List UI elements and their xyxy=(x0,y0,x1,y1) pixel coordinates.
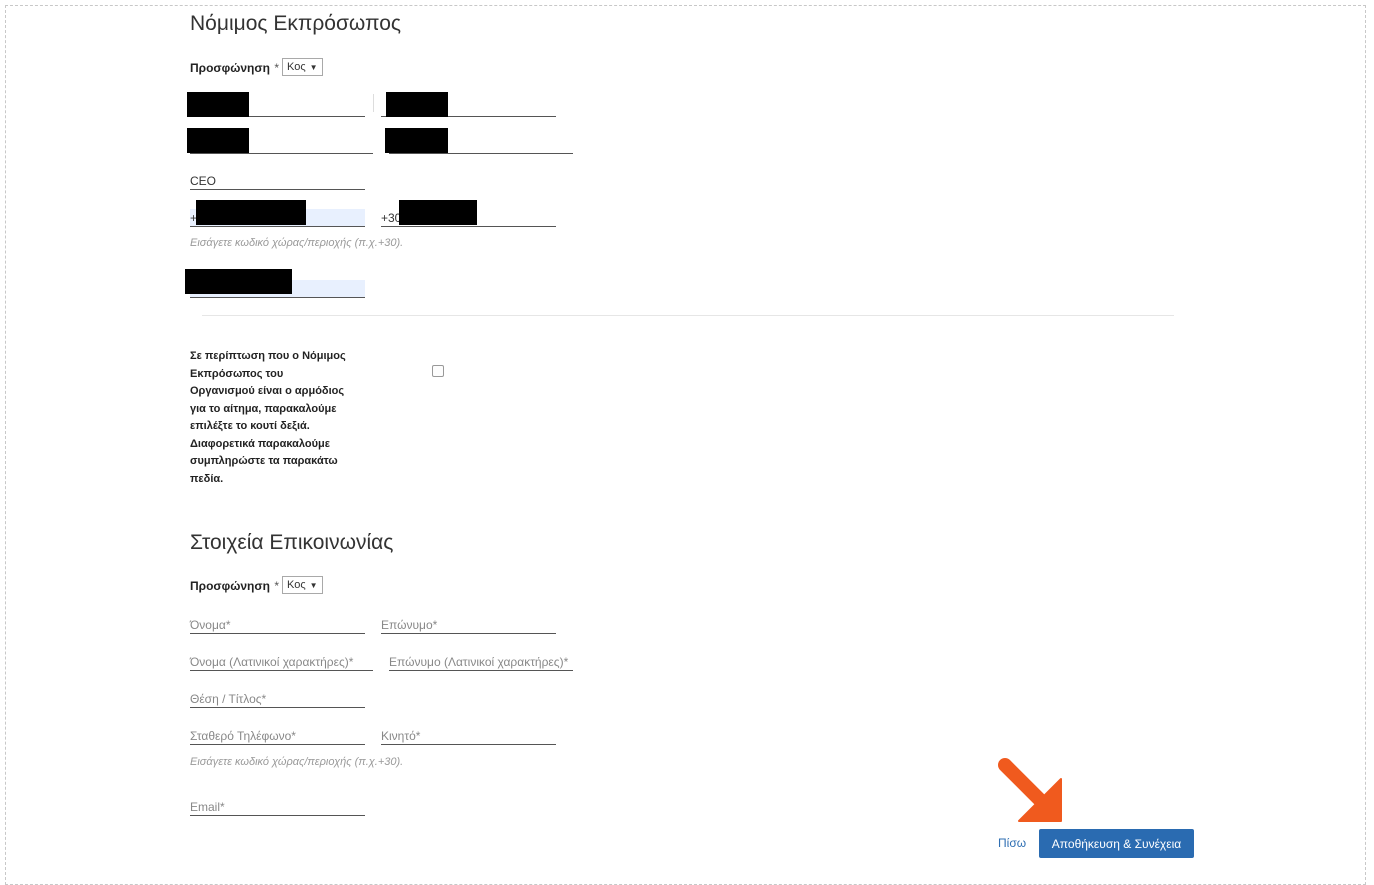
legal-rep-salutation-value: Κος xyxy=(287,61,306,73)
contact-last-name-field[interactable]: Επώνυμο* xyxy=(381,616,556,634)
contact-first-name-field[interactable]: Όνομα* xyxy=(190,616,365,634)
same-person-note: Σε περίπτωση που ο Νόμιμος Εκπρόσωπος το… xyxy=(190,350,346,485)
arrow-down-right-icon xyxy=(998,758,1062,822)
legal-rep-title: Νόμιμος Εκπρόσωπος xyxy=(190,12,402,35)
contact-salutation-label: Προσφώνηση xyxy=(190,579,270,593)
save-continue-button[interactable]: Αποθήκευση & Συνέχεια xyxy=(1039,829,1194,858)
section-divider xyxy=(202,315,1174,316)
legal-rep-salutation-row: Προσφώνηση * xyxy=(190,59,279,77)
required-mark: * xyxy=(274,579,280,593)
contact-salutation-select[interactable]: Κος ▼ xyxy=(282,576,323,594)
redacted-block xyxy=(187,92,249,117)
contact-position-field[interactable]: Θέση / Τίτλος* xyxy=(190,690,365,708)
chevron-down-icon: ▼ xyxy=(309,581,318,590)
legal-rep-phone-help: Εισάγετε κωδικό χώρας/περιοχής (π.χ.+30)… xyxy=(190,237,404,249)
redacted-block xyxy=(187,128,249,153)
contact-salutation-value: Κος xyxy=(287,579,306,591)
redacted-block xyxy=(386,92,448,117)
back-link[interactable]: Πίσω xyxy=(998,836,1026,850)
contact-email-field[interactable]: Email* xyxy=(190,798,365,816)
contact-landline-field[interactable]: Σταθερό Τηλέφωνο* xyxy=(190,727,365,745)
contact-salutation-row: Προσφώνηση * xyxy=(190,577,279,595)
legal-rep-salutation-select[interactable]: Κος ▼ xyxy=(282,58,323,76)
legal-rep-position-field[interactable]: CEO xyxy=(190,172,365,190)
contact-mobile-field[interactable]: Κινητό* xyxy=(381,727,556,745)
redacted-block xyxy=(399,200,477,225)
contact-last-name-latin-field[interactable]: Επώνυμο (Λατινικοί χαρακτήρες)* xyxy=(389,653,573,671)
chevron-down-icon: ▼ xyxy=(309,63,318,72)
redacted-block xyxy=(385,128,448,153)
redacted-block xyxy=(196,200,306,225)
contact-first-name-latin-field[interactable]: Όνομα (Λατινικοί χαρακτήρες)* xyxy=(190,653,373,671)
contact-title: Στοιχεία Επικοινωνίας xyxy=(190,531,394,554)
field-divider xyxy=(373,94,374,112)
contact-phone-help: Εισάγετε κωδικό χώρας/περιοχής (π.χ.+30)… xyxy=(190,756,404,768)
same-person-checkbox[interactable] xyxy=(432,365,444,377)
legal-rep-salutation-label: Προσφώνηση xyxy=(190,61,270,75)
redacted-block xyxy=(185,269,292,294)
required-mark: * xyxy=(274,61,280,75)
